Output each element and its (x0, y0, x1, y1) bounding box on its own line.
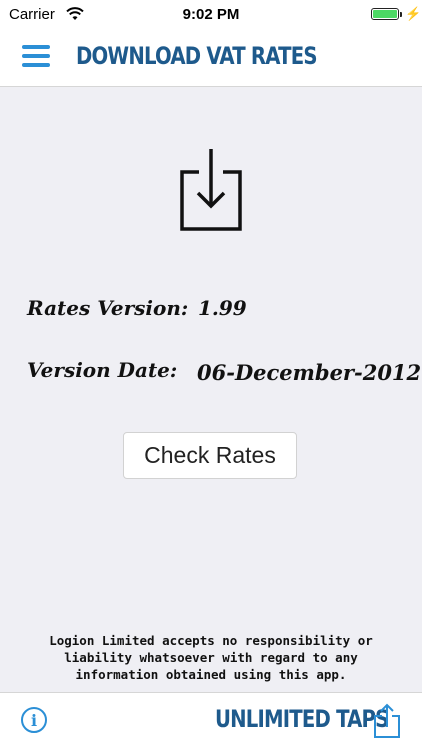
rates-version-value: 1.99 (198, 296, 247, 320)
unlimited-taps-button[interactable]: UNLIMITED TAPS (215, 705, 389, 733)
battery-icon (371, 8, 402, 20)
bottom-toolbar: i UNLIMITED TAPS (0, 692, 422, 751)
disclaimer-text: Logion Limited accepts no responsibility… (49, 633, 373, 682)
version-date-label: Version Date: (27, 358, 178, 382)
share-icon[interactable] (372, 703, 402, 739)
info-icon[interactable]: i (21, 707, 47, 733)
page-title: DOWNLOAD VAT RATES (76, 42, 318, 70)
version-date-value: 06-December-2012 (197, 360, 422, 385)
download-tray-icon (180, 149, 242, 231)
status-time: 9:02 PM (182, 6, 240, 23)
charging-bolt-icon: ⚡ (405, 6, 422, 21)
rates-version-label: Rates Version: (27, 296, 189, 320)
check-rates-button[interactable]: Check Rates (123, 432, 297, 479)
status-bar: Carrier 9:02 PM ⚡ (0, 0, 422, 30)
hamburger-menu-icon[interactable] (22, 45, 50, 67)
navigation-bar: DOWNLOAD VAT RATES (0, 30, 422, 87)
